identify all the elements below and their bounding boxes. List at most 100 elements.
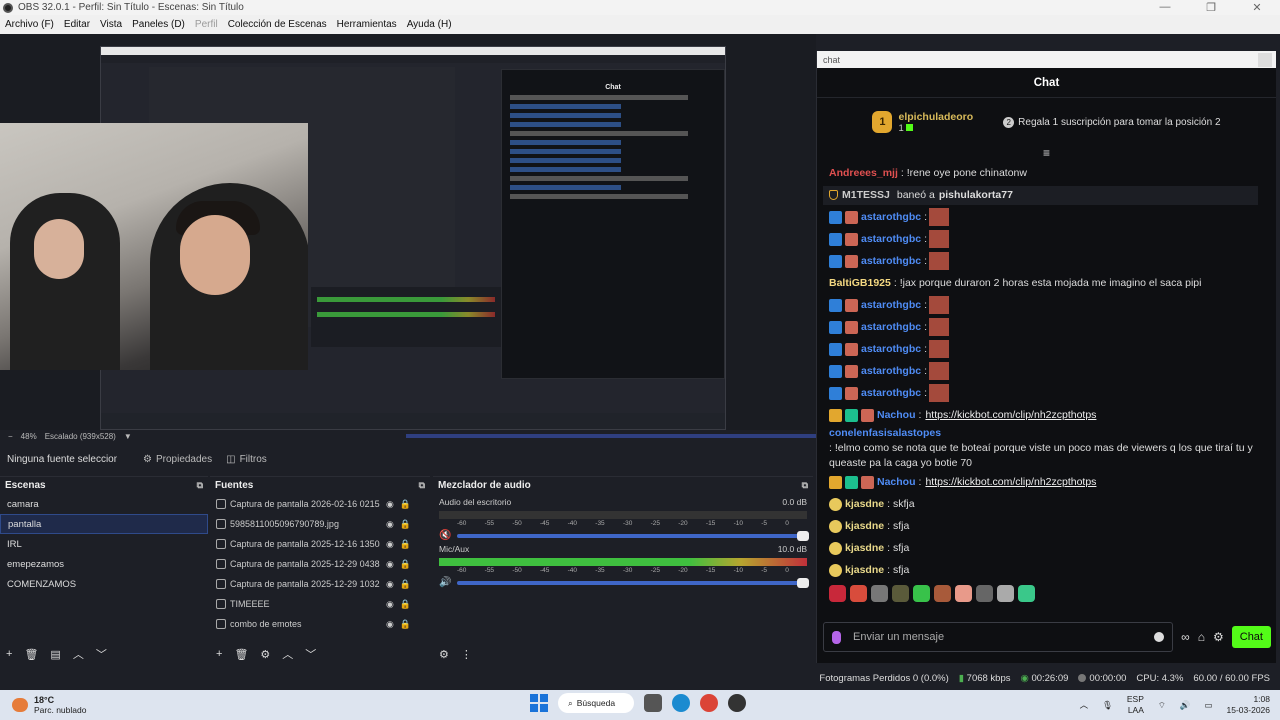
speaker-icon[interactable]: 🔊 [439,577,451,588]
minimize-button[interactable]: — [1142,1,1188,14]
emote-icon[interactable] [1018,584,1035,602]
scale-dropdown-icon[interactable]: ▼ [124,432,132,441]
scene-item[interactable]: emepezamos [0,554,208,574]
lock-icon[interactable]: 🔒 [400,559,411,570]
tray-expand-icon[interactable]: ︿ [1080,699,1089,711]
preview-scrollbar[interactable] [406,434,816,438]
source-item[interactable]: TIMEEEE ◉ 🔒 [210,594,430,614]
chat-username[interactable]: astarothgbc [861,342,921,357]
emote-icon[interactable] [850,584,867,602]
start-button[interactable] [530,694,548,712]
chat-username[interactable]: astarothgbc [861,254,921,269]
language-indicator[interactable]: ESP LAA [1127,694,1144,716]
menu-editar[interactable]: Editar [59,19,95,30]
mixer-settings-icon[interactable]: ⚙ [439,648,449,661]
chrome-icon[interactable] [700,694,718,712]
menu-herramientas[interactable]: Herramientas [332,19,402,30]
weather-widget[interactable]: 18°C Parc. nublado [12,695,86,715]
chat-username[interactable]: conelenfasisalastopes [829,426,941,441]
source-gear-icon[interactable]: ⚙ [260,648,270,661]
scene-filter-icon[interactable]: ▤ [50,648,60,661]
close-button[interactable]: ✕ [1234,1,1280,14]
maximize-button[interactable]: ❐ [1188,1,1234,14]
chat-username[interactable]: astarothgbc [861,298,921,313]
emote-icon[interactable] [976,584,993,602]
dock-float-icon[interactable]: ⧉ [419,480,425,491]
taskbar-search[interactable]: ⌕ Búsqueda [558,693,634,713]
menu-vista[interactable]: Vista [95,19,127,30]
visibility-icon[interactable]: ◉ [386,539,394,550]
store-icon[interactable]: ⌂ [1198,630,1205,644]
source-item[interactable]: combo de emotes ◉ 🔒 [210,614,430,634]
lock-icon[interactable]: 🔒 [400,519,411,530]
speaker-muted-icon[interactable]: 🔇 [439,530,451,541]
mixer-menu-icon[interactable]: ⋮ [461,648,472,661]
chat-link[interactable]: https://kickbot.com/clip/nh2zcpthotps [925,408,1096,423]
mic-icon[interactable] [832,630,841,644]
visibility-icon[interactable]: ◉ [386,559,394,570]
move-down-icon[interactable]: ﹀ [305,646,316,662]
chat-username[interactable]: Andreees_mjj [829,166,898,181]
chat-username[interactable]: BaltiGB1925 [829,276,891,291]
file-explorer-icon[interactable] [644,694,662,712]
menu-archivo[interactable]: Archivo (F) [0,19,59,30]
top-gifter[interactable]: 1 elpichuladeoro 1 [872,111,973,134]
lock-icon[interactable]: 🔒 [400,619,411,630]
emote-icon[interactable] [913,584,930,602]
network-icon[interactable]: ⌔ [1158,700,1166,711]
link-icon[interactable]: ∞ [1181,630,1190,644]
obs-taskbar-icon[interactable] [728,694,746,712]
dock-float-icon[interactable]: ⧉ [197,480,203,491]
zoom-out-button[interactable]: − [8,432,13,441]
source-item[interactable]: Captura de pantalla 2026-02-16 021529 ◉ 🔒 [210,494,430,514]
clock[interactable]: 1:08 15-03-2026 [1227,694,1270,716]
source-item[interactable]: 5985811005096790789.jpg ◉ 🔒 [210,514,430,534]
scene-item[interactable]: pantalla [0,514,208,534]
move-up-icon[interactable]: ︿ [73,646,84,662]
volume-icon[interactable]: 🔊 [1180,700,1191,711]
chat-send-button[interactable]: Chat [1231,626,1271,648]
chat-username[interactable]: astarothgbc [861,364,921,379]
volume-slider[interactable] [457,577,809,588]
chat-username[interactable]: astarothgbc [861,210,921,225]
chat-username[interactable]: astarothgbc [861,232,921,247]
move-down-icon[interactable]: ﹀ [96,646,107,662]
menu-coleccion-escenas[interactable]: Colección de Escenas [223,19,332,30]
chat-username[interactable]: Nachou [877,408,916,423]
lock-icon[interactable]: 🔒 [400,539,411,550]
emoji-icon[interactable] [1154,632,1165,642]
visibility-icon[interactable]: ◉ [386,519,394,530]
volume-slider[interactable] [457,530,809,541]
visibility-icon[interactable]: ◉ [386,579,394,590]
emote-icon[interactable] [871,584,888,602]
banned-user[interactable]: pishulakorta77 [939,188,1013,203]
emote-icon[interactable] [892,584,909,602]
gift-slot[interactable]: 2 Regala 1 suscripción para tomar la pos… [1003,116,1221,128]
source-item[interactable]: Captura de pantalla 2025-12-16 135047 ◉ 🔒 [210,534,430,554]
chat-username[interactable]: kjasdne [845,497,884,512]
chat-close-button[interactable] [1258,52,1272,67]
chat-link[interactable]: https://kickbot.com/clip/nh2zcpthotps [925,475,1096,490]
preview-canvas[interactable]: Chat [0,34,816,430]
scene-item[interactable]: COMENZAMOS [0,574,208,594]
mic-tray-icon[interactable]: 🎙 [1102,700,1113,711]
visibility-icon[interactable]: ◉ [386,619,394,630]
slider-handle[interactable] [797,577,809,588]
menu-perfil[interactable]: Perfil [190,19,223,30]
chat-username[interactable]: Nachou [877,475,916,490]
emote-icon[interactable] [934,584,951,602]
chat-username[interactable]: kjasdne [845,541,884,556]
chat-username[interactable]: kjasdne [845,563,884,578]
scene-item[interactable]: camara [0,494,208,514]
menu-paneles[interactable]: Paneles (D) [127,19,190,30]
menu-ayuda[interactable]: Ayuda (H) [402,19,457,30]
chat-username[interactable]: astarothgbc [861,386,921,401]
chat-username[interactable]: astarothgbc [861,320,921,335]
scene-item[interactable]: IRL [0,534,208,554]
properties-button[interactable]: ⚙ Propiedades [143,454,212,465]
lock-icon[interactable]: 🔒 [400,579,411,590]
lock-icon[interactable]: 🔒 [400,599,411,610]
source-item[interactable]: Captura de pantalla 2025-12-29 043803 ◉ 🔒 [210,554,430,574]
edge-icon[interactable] [672,694,690,712]
add-scene-icon[interactable]: + [6,648,12,660]
